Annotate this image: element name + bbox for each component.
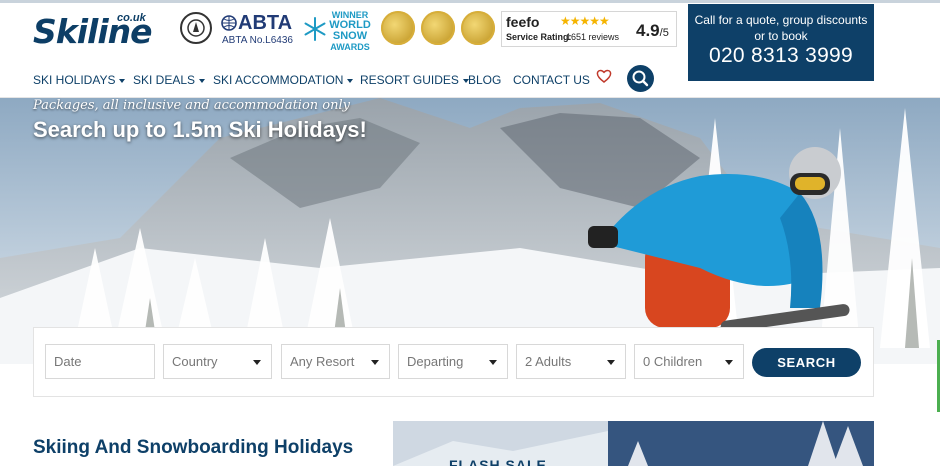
country-value: Country [172, 354, 218, 369]
phone-number[interactable]: 020 8313 3999 [688, 44, 874, 68]
award-laurel-icon [461, 11, 495, 45]
abta-number: ABTA No.L6436 [222, 35, 293, 46]
globe-icon [221, 15, 237, 31]
skiline-logo[interactable]: Skiline co.uk [33, 12, 155, 50]
chevron-down-icon [725, 360, 733, 365]
hero-title: Search up to 1.5m Ski Holidays! [33, 117, 367, 142]
star-rating-icon: ★★★★★ [560, 14, 610, 28]
abta-logo: ABTA [221, 12, 292, 34]
snowy-trees-image [608, 421, 874, 466]
promo-image-tile[interactable] [608, 421, 874, 466]
caret-down-icon [347, 78, 354, 83]
departing-select[interactable]: Departing [398, 344, 508, 379]
country-select[interactable]: Country [163, 344, 272, 379]
chevron-down-icon [371, 360, 379, 365]
feefo-score: 4.9/5 [636, 21, 669, 40]
search-toggle-button[interactable] [627, 65, 654, 92]
call-to-book-box[interactable]: Call for a quote, group discounts or to … [688, 4, 874, 81]
date-placeholder: Date [54, 354, 82, 369]
feefo-logo: feefo [506, 14, 540, 30]
nav-contact-us[interactable]: CONTACT US [513, 72, 590, 88]
accreditation-seal-icon [180, 12, 212, 44]
date-input[interactable]: Date [45, 344, 155, 379]
resort-select[interactable]: Any Resort [281, 344, 390, 379]
award-laurel-icon [381, 11, 415, 45]
wsa-snow: SNOW [332, 30, 368, 42]
chevron-down-icon [489, 360, 497, 365]
search-button[interactable]: SEARCH [752, 348, 861, 377]
heart-icon[interactable] [596, 68, 612, 84]
abta-badge: ABTA ABTA No.L6436 [221, 12, 295, 48]
nav-ski-deals[interactable]: SKI DEALS [133, 72, 206, 88]
children-value: 0 Children [643, 354, 703, 369]
nav-blog[interactable]: BLOG [468, 72, 501, 88]
chevron-down-icon [607, 360, 615, 365]
wsa-awards: AWARDS [330, 42, 370, 52]
adults-value: 2 Adults [525, 354, 572, 369]
nav-resort-guides[interactable]: RESORT GUIDES [360, 72, 469, 88]
flash-sale-label: FLASH SALE [449, 457, 547, 466]
hero-tagline: Packages, all inclusive and accommodatio… [33, 98, 350, 113]
caret-down-icon [199, 78, 206, 83]
children-select[interactable]: 0 Children [634, 344, 744, 379]
chevron-down-icon [253, 360, 261, 365]
top-border [0, 0, 940, 3]
world-snow-awards-badge: WINNER WORLD SNOW AWARDS [302, 10, 371, 52]
caret-down-icon [119, 78, 126, 83]
logo-domain: co.uk [117, 12, 146, 24]
nav-ski-holidays[interactable]: SKI HOLIDAYS [33, 72, 126, 88]
departing-value: Departing [407, 354, 464, 369]
flash-sale-promo[interactable]: FLASH SALE [393, 421, 608, 466]
feefo-review-count: 1651 reviews [566, 32, 620, 42]
nav-ski-accommodation[interactable]: SKI ACCOMMODATION [213, 72, 354, 88]
resort-value: Any Resort [290, 354, 355, 369]
snowflake-icon [304, 17, 326, 41]
section-heading: Skiing And Snowboarding Holidays [33, 437, 354, 458]
adults-select[interactable]: 2 Adults [516, 344, 626, 379]
feefo-rating-widget[interactable]: feefo ★★★★★ Service Rating: 1651 reviews… [501, 11, 677, 47]
award-laurel-icon [421, 11, 455, 45]
call-box-text: Call for a quote, group discounts or to … [694, 13, 868, 43]
feefo-service-label: Service Rating: [506, 32, 572, 42]
search-icon [632, 70, 649, 87]
